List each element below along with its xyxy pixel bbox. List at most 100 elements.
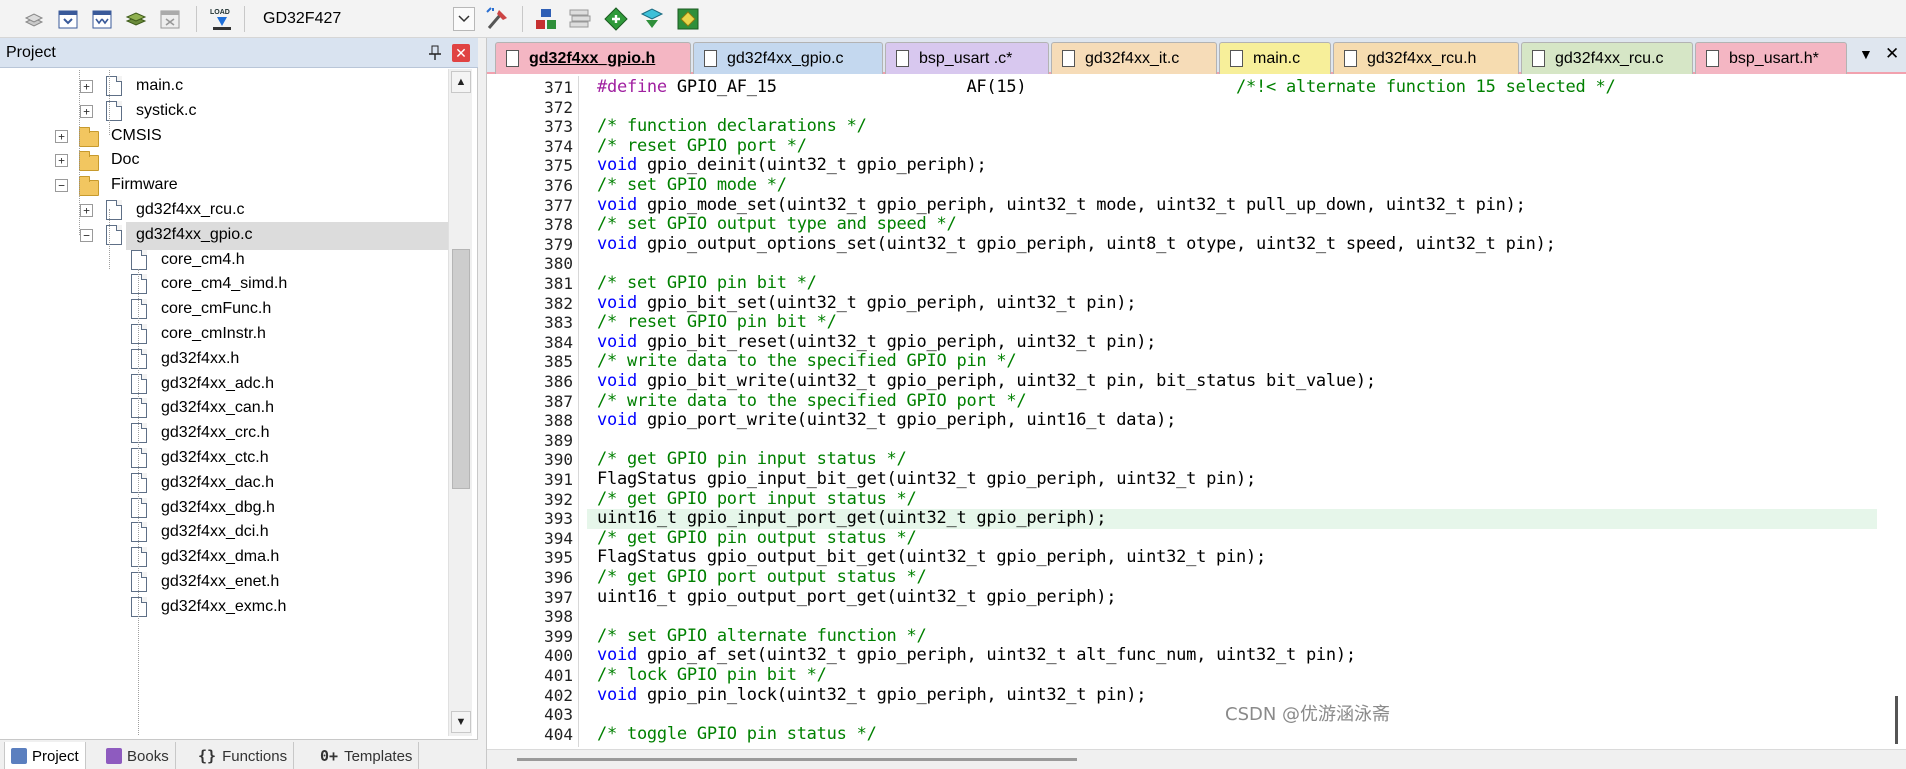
code-line[interactable]: /* reset GPIO port */ bbox=[597, 136, 807, 157]
code-line[interactable]: void gpio_bit_set(uint32_t gpio_periph, … bbox=[597, 293, 1136, 314]
tree-item[interactable]: gd32f4xx_dci.h bbox=[0, 519, 448, 547]
editor-tab[interactable]: gd32f4xx_gpio.c bbox=[693, 42, 883, 74]
file-extensions-icon[interactable] bbox=[566, 5, 594, 33]
tree-item[interactable]: core_cm4.h bbox=[0, 247, 448, 275]
tree-scrollbar[interactable]: ▲ ▼ bbox=[448, 69, 472, 736]
tree-item[interactable]: gd32f4xx_dma.h bbox=[0, 544, 448, 572]
code-line[interactable]: void gpio_bit_reset(uint32_t gpio_periph… bbox=[597, 332, 1156, 353]
code-line[interactable]: /* function declarations */ bbox=[597, 116, 867, 137]
editor-horizontal-scrollbar[interactable] bbox=[487, 749, 1906, 769]
editor-tab[interactable]: bsp_usart.h* bbox=[1695, 42, 1847, 74]
tab-menu-icon[interactable]: ▼ bbox=[1859, 46, 1873, 62]
collapse-icon[interactable]: − bbox=[80, 228, 93, 242]
code-line[interactable]: /* get GPIO pin output status */ bbox=[597, 528, 917, 549]
editor-tab[interactable]: gd32f4xx_rcu.h bbox=[1333, 42, 1519, 74]
code-line[interactable]: /* set GPIO pin bit */ bbox=[597, 273, 817, 294]
tree-item[interactable]: gd32f4xx_exmc.h bbox=[0, 594, 448, 622]
chevron-down-icon[interactable] bbox=[453, 7, 475, 31]
code-line[interactable]: /* lock GPIO pin bit */ bbox=[597, 665, 827, 686]
code-line[interactable]: /* set GPIO output type and speed */ bbox=[597, 214, 957, 235]
tree-item[interactable]: gd32f4xx_can.h bbox=[0, 395, 448, 423]
code-line[interactable]: void gpio_output_options_set(uint32_t gp… bbox=[597, 234, 1556, 255]
code-line[interactable]: void gpio_bit_write(uint32_t gpio_periph… bbox=[597, 371, 1376, 392]
editor-vertical-scrollbar[interactable] bbox=[1887, 76, 1906, 747]
tab-project[interactable]: Project bbox=[4, 742, 86, 769]
tree-item[interactable]: gd32f4xx_dac.h bbox=[0, 470, 448, 498]
code-line[interactable]: FlagStatus gpio_output_bit_get(uint32_t … bbox=[597, 548, 1266, 568]
tree-item[interactable]: gd32f4xx_ctc.h bbox=[0, 445, 448, 473]
expand-icon[interactable]: + bbox=[80, 204, 93, 217]
tree-item[interactable]: gd32f4xx_adc.h bbox=[0, 371, 448, 399]
editor-tab[interactable]: gd32f4xx_gpio.h bbox=[495, 42, 691, 74]
editor-tab[interactable]: main.c bbox=[1219, 42, 1331, 74]
tree-item[interactable]: − Firmware bbox=[0, 172, 448, 200]
expand-icon[interactable]: + bbox=[80, 80, 93, 93]
code-line[interactable]: uint16_t gpio_input_port_get(uint32_t gp… bbox=[587, 509, 1877, 529]
translate-icon[interactable] bbox=[20, 5, 48, 33]
code-line[interactable]: /* reset GPIO pin bit */ bbox=[597, 312, 837, 333]
code-line[interactable]: void gpio_pin_lock(uint32_t gpio_periph,… bbox=[597, 685, 1146, 706]
code-line[interactable]: void gpio_port_write(uint32_t gpio_perip… bbox=[597, 410, 1176, 431]
code-line[interactable]: void gpio_deinit(uint32_t gpio_periph); bbox=[597, 156, 987, 176]
code-editor[interactable]: 371 372 373 374 375 376 377 378 379 380 381 382 383 3… bbox=[487, 76, 1906, 747]
editor-tab[interactable]: bsp_usart .c* bbox=[885, 42, 1049, 74]
scroll-up-icon[interactable]: ▲ bbox=[451, 71, 471, 93]
tree-item[interactable]: + main.c bbox=[0, 73, 448, 101]
close-icon[interactable]: ✕ bbox=[452, 44, 470, 62]
code-line[interactable]: #define GPIO_AF_15 AF(15) /*!< alternate… bbox=[597, 77, 1616, 98]
code-line[interactable]: uint16_t gpio_output_port_get(uint32_t g… bbox=[597, 587, 1116, 608]
code-line[interactable]: /* toggle GPIO pin status */ bbox=[597, 724, 877, 745]
scrollbar-thumb[interactable] bbox=[1895, 696, 1898, 744]
build-icon[interactable] bbox=[54, 5, 82, 33]
select-pack-icon[interactable] bbox=[602, 5, 630, 33]
file-icon bbox=[131, 398, 147, 419]
tree-item[interactable]: core_cm4_simd.h bbox=[0, 271, 448, 299]
tree-item[interactable]: core_cmInstr.h bbox=[0, 321, 448, 349]
scroll-down-icon[interactable]: ▼ bbox=[451, 711, 471, 733]
code-line[interactable]: /* set GPIO alternate function */ bbox=[597, 626, 927, 647]
stop-build-icon[interactable] bbox=[156, 5, 184, 33]
scrollbar-thumb[interactable] bbox=[517, 758, 1077, 761]
close-icon[interactable]: ✕ bbox=[1885, 44, 1899, 64]
load-icon[interactable]: LOAD bbox=[208, 5, 236, 33]
tree-item[interactable]: + CMSIS bbox=[0, 123, 448, 151]
tree-item[interactable]: + gd32f4xx_rcu.c bbox=[0, 197, 448, 225]
target-options-icon[interactable] bbox=[484, 5, 512, 33]
scrollbar-thumb[interactable] bbox=[452, 249, 470, 489]
tree-item[interactable]: − gd32f4xx_gpio.c bbox=[80, 221, 448, 250]
line-number: 399 bbox=[544, 626, 573, 646]
code-line[interactable]: void gpio_af_set(uint32_t gpio_periph, u… bbox=[597, 646, 1356, 666]
batch-build-icon[interactable] bbox=[122, 5, 150, 33]
tree-item[interactable]: + systick.c bbox=[0, 98, 448, 126]
collapse-icon[interactable]: − bbox=[55, 179, 68, 193]
pack-installer-icon[interactable] bbox=[638, 5, 666, 33]
pin-icon[interactable] bbox=[426, 44, 444, 62]
code-line[interactable]: FlagStatus gpio_input_bit_get(uint32_t g… bbox=[597, 469, 1256, 490]
rebuild-icon[interactable] bbox=[88, 5, 116, 33]
editor-tab[interactable]: gd32f4xx_it.c bbox=[1051, 42, 1217, 74]
code-line[interactable]: /* get GPIO port input status */ bbox=[597, 489, 917, 510]
code-line[interactable]: /* write data to the specified GPIO port… bbox=[597, 391, 1027, 412]
tab-books[interactable]: Books bbox=[100, 742, 176, 769]
manage-runtime-icon[interactable] bbox=[674, 5, 702, 33]
expand-icon[interactable]: + bbox=[55, 154, 68, 168]
tree-item[interactable]: core_cmFunc.h bbox=[0, 296, 448, 324]
tree-item[interactable]: gd32f4xx_dbg.h bbox=[0, 495, 448, 523]
tab-templates[interactable]: 0+ Templates bbox=[314, 742, 420, 769]
tree-item[interactable]: gd32f4xx_enet.h bbox=[0, 569, 448, 597]
code-line[interactable]: /* get GPIO pin input status */ bbox=[597, 450, 907, 470]
tree-item[interactable]: + Doc bbox=[0, 147, 448, 175]
tab-functions[interactable]: {} Functions bbox=[192, 742, 295, 769]
expand-icon[interactable]: + bbox=[80, 104, 93, 118]
target-select[interactable]: GD32F427 bbox=[250, 6, 476, 32]
file-icon bbox=[131, 423, 147, 444]
expand-icon[interactable]: + bbox=[55, 129, 68, 143]
editor-tab[interactable]: gd32f4xx_rcu.c bbox=[1521, 42, 1693, 74]
tree-item[interactable]: gd32f4xx_crc.h bbox=[0, 420, 448, 448]
code-line[interactable]: /* write data to the specified GPIO pin … bbox=[597, 352, 1017, 372]
code-line[interactable]: /* get GPIO port output status */ bbox=[597, 567, 927, 588]
code-line[interactable]: /* set GPIO mode */ bbox=[597, 175, 787, 196]
code-line[interactable]: void gpio_mode_set(uint32_t gpio_periph,… bbox=[597, 195, 1526, 216]
tree-item[interactable]: gd32f4xx.h bbox=[0, 346, 448, 374]
manage-components-icon[interactable] bbox=[532, 5, 560, 33]
